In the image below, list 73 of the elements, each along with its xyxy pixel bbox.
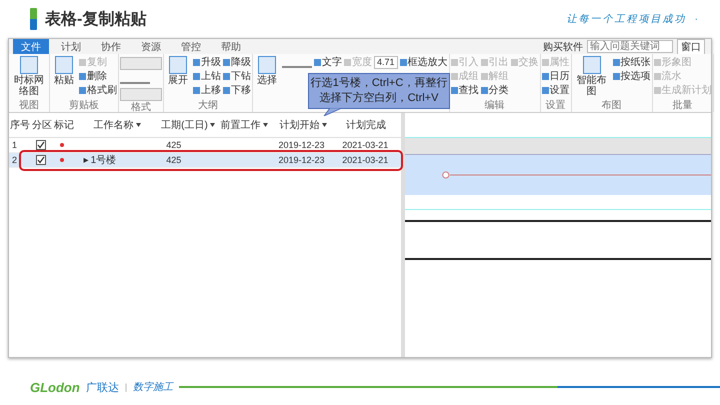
column-header[interactable]: 序号 bbox=[9, 118, 31, 132]
table-cell-text: 425 bbox=[165, 155, 182, 165]
column-header[interactable]: 分区 bbox=[31, 118, 53, 132]
slogan: 数字施工 bbox=[133, 380, 174, 394]
buy-link[interactable]: 购买软件 bbox=[543, 40, 583, 54]
menu-tab[interactable]: 帮助 bbox=[213, 38, 249, 54]
ribbon-button[interactable]: 上钻 bbox=[193, 70, 221, 83]
menu-tab[interactable]: 资源 bbox=[133, 38, 169, 54]
ribbon-button[interactable]: 时标网络图 bbox=[10, 56, 48, 97]
table-cell-text: 2021-03-21 bbox=[341, 140, 390, 150]
menu-tab[interactable]: 文件 bbox=[13, 38, 49, 54]
ribbon-button[interactable]: 升级 bbox=[193, 56, 221, 69]
accent-bar bbox=[30, 8, 37, 30]
column-header[interactable]: 计划开始 bbox=[271, 118, 335, 132]
expander[interactable]: ▸ bbox=[84, 154, 89, 166]
ribbon-button[interactable]: 按纸张 bbox=[612, 56, 651, 69]
group-label: 视图 bbox=[18, 100, 40, 112]
ribbon-button[interactable]: 格式刷 bbox=[79, 84, 117, 97]
table-cell-text: 2021-03-21 bbox=[341, 155, 390, 165]
caret-icon[interactable] bbox=[322, 123, 326, 127]
dropdown-field[interactable] bbox=[120, 57, 162, 70]
ribbon-button[interactable]: 框选放大 bbox=[400, 56, 448, 69]
group-label: 大纲 bbox=[197, 100, 219, 112]
logo: GLodon bbox=[30, 380, 80, 394]
group-label: 布图 bbox=[600, 100, 623, 112]
table-cell-text: 425 bbox=[165, 140, 182, 150]
menu-tab[interactable]: 计划 bbox=[53, 38, 89, 54]
ribbon-button[interactable]: 粘贴 bbox=[51, 56, 77, 86]
ribbon-button[interactable]: 智能布图 bbox=[572, 56, 611, 97]
table-cell-text: 1 bbox=[11, 140, 18, 150]
ribbon-button[interactable]: 设置 bbox=[542, 84, 570, 97]
checkbox[interactable] bbox=[36, 155, 46, 165]
group-label: 设置 bbox=[544, 100, 567, 112]
column-header[interactable]: 标记 bbox=[53, 118, 75, 132]
caret-icon[interactable] bbox=[262, 123, 268, 127]
slide-title: 表格-复制粘贴 bbox=[45, 10, 146, 30]
column-header[interactable]: 计划完成 bbox=[335, 118, 397, 132]
table-cell-text: 2019-12-23 bbox=[277, 140, 326, 150]
table-cell-text: 2 bbox=[11, 155, 18, 165]
caret-icon[interactable] bbox=[210, 123, 215, 127]
width-field[interactable]: 4.71 bbox=[374, 56, 398, 69]
column-header[interactable]: 工作名称 bbox=[75, 118, 159, 132]
table-row[interactable]: 2 ▸ 1号楼 425 2019-12-23 2021-03-21 bbox=[9, 153, 401, 168]
task-name: 1号楼 bbox=[90, 154, 116, 167]
ribbon-button[interactable]: 降级 bbox=[223, 56, 251, 69]
ribbon-button[interactable]: 日历 bbox=[542, 70, 570, 83]
ribbon-button[interactable]: 下移 bbox=[223, 84, 251, 97]
ribbon-button[interactable]: 展开 bbox=[165, 56, 191, 86]
checkbox[interactable] bbox=[36, 140, 46, 150]
ribbon-button[interactable]: 选择 bbox=[254, 56, 280, 86]
tagline: 让每一个工程项目成功 bbox=[566, 12, 687, 26]
brand-name: 广联达 bbox=[86, 380, 119, 394]
window-button[interactable]: 窗口 bbox=[677, 38, 705, 54]
ribbon-button[interactable]: 删除 bbox=[79, 70, 117, 83]
group-label: 批量 bbox=[672, 100, 694, 112]
menu-tab[interactable]: 管控 bbox=[173, 38, 209, 54]
menu-tab[interactable]: 协作 bbox=[93, 38, 129, 54]
ribbon-button[interactable]: 按选项 bbox=[612, 70, 651, 83]
group-label: 格式 bbox=[130, 102, 152, 114]
group-label: 编辑 bbox=[484, 100, 506, 112]
column-header[interactable]: 工期(工日) bbox=[159, 118, 217, 132]
ribbon-button[interactable]: 查找 bbox=[450, 84, 479, 97]
dot: · bbox=[694, 14, 698, 24]
ribbon-button[interactable]: 上移 bbox=[193, 84, 221, 97]
separator: | bbox=[124, 382, 128, 392]
dropdown-field[interactable] bbox=[120, 88, 162, 101]
group-label: 剪贴板 bbox=[68, 100, 100, 112]
column-header[interactable]: 前置工作 bbox=[217, 118, 271, 132]
ribbon-button[interactable]: 下钻 bbox=[223, 70, 251, 83]
ribbon-button[interactable]: 分类 bbox=[480, 84, 509, 97]
ribbon-button[interactable]: 文字 bbox=[314, 56, 342, 69]
caret-icon[interactable] bbox=[136, 123, 140, 127]
table-cell-text: 2019-12-23 bbox=[277, 155, 326, 165]
